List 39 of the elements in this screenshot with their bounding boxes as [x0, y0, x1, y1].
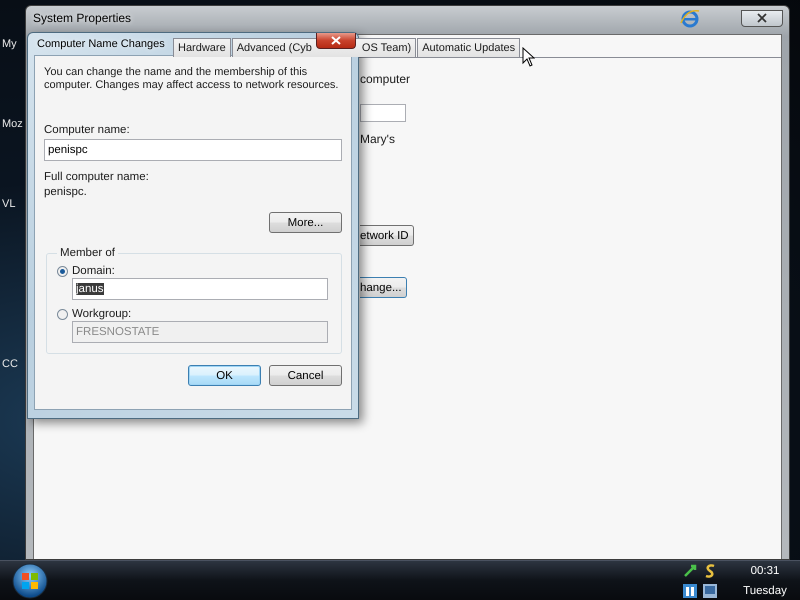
- browser-icon[interactable]: [679, 7, 702, 29]
- app-icon[interactable]: [682, 582, 698, 598]
- close-button[interactable]: [316, 33, 356, 49]
- desktop-icon-label[interactable]: VL: [2, 198, 16, 210]
- tab[interactable]: Hardware: [173, 38, 231, 57]
- text-field[interactable]: janus: [72, 278, 328, 300]
- intro-text: You can change the name and the membership of this computer. Changes may affect access to network resources.: [44, 66, 340, 92]
- display-icon[interactable]: [702, 582, 718, 598]
- desktop-icon-label[interactable]: CC: [2, 358, 18, 370]
- ok-button[interactable]: OK: [188, 365, 261, 386]
- field-label: Computer name:: [44, 124, 131, 136]
- close-icon: [331, 36, 341, 45]
- network-icon[interactable]: [682, 562, 698, 578]
- radio-label[interactable]: Domain:: [72, 265, 115, 277]
- dialog-title: Computer Name Changes: [37, 38, 165, 50]
- more-button[interactable]: More...: [269, 212, 342, 233]
- computer-name-field[interactable]: penispc: [44, 139, 342, 161]
- close-icon: [757, 13, 767, 23]
- clock-day[interactable]: Tuesday: [743, 584, 787, 596]
- desktop-icon-label[interactable]: Moz: [2, 118, 23, 130]
- window-title: System Properties: [33, 11, 132, 25]
- radio-button[interactable]: [57, 308, 68, 320]
- change-button[interactable]: hange...: [360, 277, 407, 298]
- text-field[interactable]: [360, 104, 406, 122]
- cancel-button[interactable]: Cancel: [269, 365, 342, 386]
- field-label: Full computer name:: [44, 171, 150, 183]
- full-name-text: penispc.: [44, 186, 88, 198]
- tab[interactable]: Automatic Updates: [417, 38, 520, 57]
- group-title: Member of: [59, 247, 116, 259]
- radio-label[interactable]: Workgroup:: [72, 308, 132, 320]
- description-text: computer: [360, 72, 410, 86]
- desktop-icon-label[interactable]: My: [2, 38, 17, 50]
- close-button[interactable]: [741, 10, 783, 26]
- network-id-button[interactable]: etwork ID: [360, 225, 414, 246]
- clock-time[interactable]: 00:31: [750, 564, 780, 576]
- start-button[interactable]: [12, 562, 48, 598]
- description-text: Mary's: [360, 132, 395, 146]
- radio-button[interactable]: [57, 266, 68, 276]
- cursor-icon: [522, 47, 535, 67]
